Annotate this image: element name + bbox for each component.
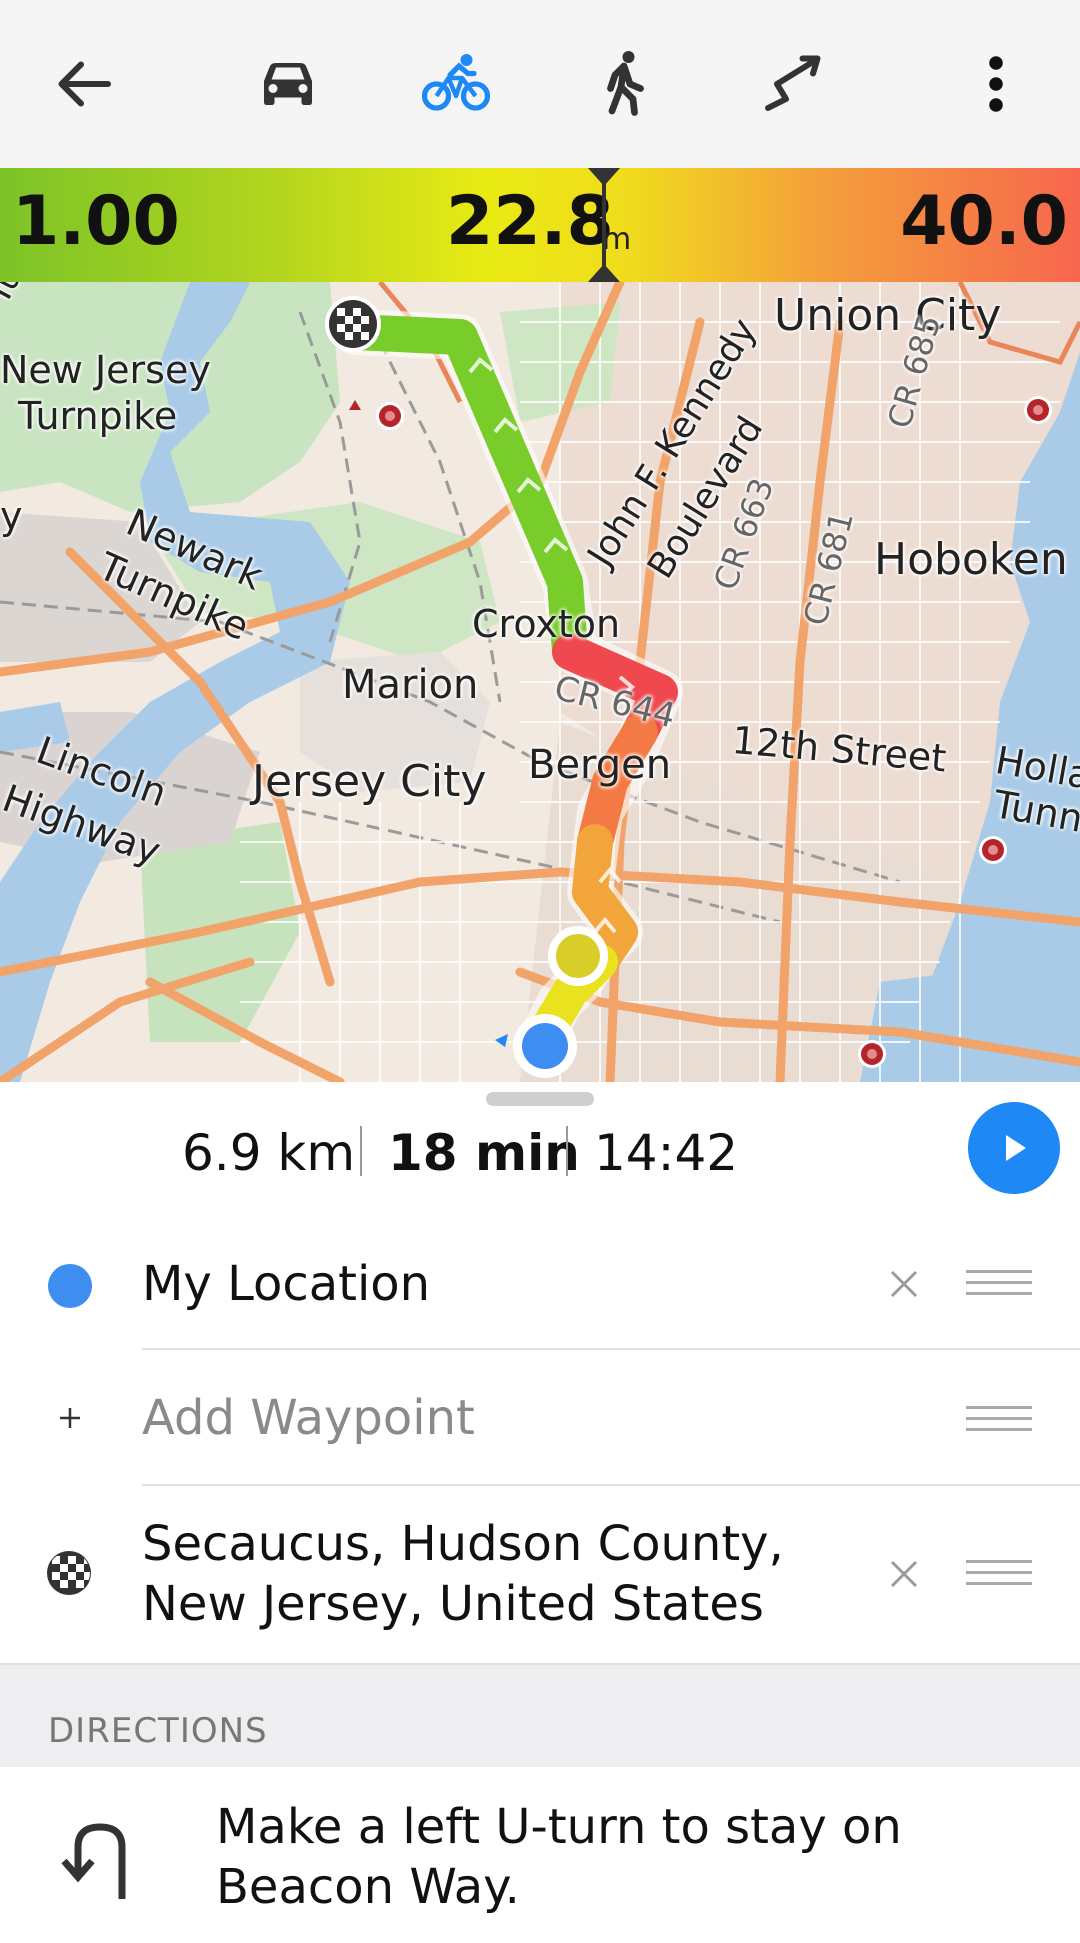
map-label-new-jersey: New Jersey xyxy=(0,348,211,392)
map-label-partial-left: y xyxy=(0,494,23,538)
elevation-unit: m xyxy=(602,222,632,257)
elevation-max: 40.0 xyxy=(900,182,1068,261)
drag-handle-icon[interactable] xyxy=(966,1270,1032,1296)
straight-line-icon xyxy=(765,55,821,111)
map-label-union-city: Union City xyxy=(774,290,1002,341)
remove-waypoint-close-icon[interactable] xyxy=(886,1556,922,1592)
elevation-marker-bottom xyxy=(588,264,620,282)
arrow-left-icon xyxy=(58,61,111,107)
mode-direct-button[interactable] xyxy=(750,42,834,126)
map-label-croxton: Croxton xyxy=(472,602,621,646)
elevation-profile-bar[interactable]: 1.00 22.8 m 40.0 xyxy=(0,168,1080,282)
drag-handle-icon[interactable] xyxy=(966,1560,1032,1586)
route-distance: 6.9 km xyxy=(182,1124,356,1182)
route-duration: 18 min xyxy=(388,1124,580,1182)
waypoint-start-text: My Location xyxy=(142,1256,431,1312)
waypoint-row-destination[interactable]: Secaucus, Hudson County, New Jersey, Uni… xyxy=(0,1486,1080,1662)
current-location-dot-icon xyxy=(48,1264,92,1308)
play-icon xyxy=(1006,1135,1026,1161)
directions-header-label: DIRECTIONS xyxy=(48,1711,268,1751)
summary-separator xyxy=(360,1126,362,1176)
mode-walk-button[interactable] xyxy=(582,42,666,126)
map-label-jersey-city: Jersey City xyxy=(252,756,487,807)
waypoint-destination-text: Secaucus, Hudson County, New Jersey, Uni… xyxy=(142,1516,784,1632)
add-waypoint-text: Add Waypoint xyxy=(142,1390,475,1446)
map-label-hoboken: Hoboken xyxy=(874,534,1068,585)
map-label-turnpike: Turnpike xyxy=(18,394,178,438)
routing-toolbar xyxy=(0,0,1080,168)
u-turn-left-icon xyxy=(61,1823,126,1899)
back-button[interactable] xyxy=(42,42,126,126)
remove-waypoint-close-icon[interactable] xyxy=(886,1266,922,1302)
more-menu-button[interactable] xyxy=(954,42,1038,126)
sheet-drag-handle[interactable] xyxy=(486,1092,594,1106)
direction-item[interactable]: Make a left U-turn to stay on Beacon Way… xyxy=(0,1767,1080,1943)
start-navigation-button[interactable] xyxy=(968,1102,1060,1194)
mode-car-button[interactable] xyxy=(246,42,330,126)
car-icon xyxy=(264,63,312,105)
summary-separator xyxy=(566,1126,568,1176)
mode-bicycle-button[interactable] xyxy=(414,42,498,126)
directions-section-header: DIRECTIONS xyxy=(0,1663,1080,1769)
elevation-min: 1.00 xyxy=(12,182,180,261)
checkered-flag-icon xyxy=(47,1551,91,1595)
drag-handle-icon[interactable] xyxy=(966,1406,1032,1432)
map-label-marion: Marion xyxy=(342,662,479,708)
map-label-bergen: Bergen xyxy=(528,742,672,788)
elevation-current: 22.8 xyxy=(446,182,614,261)
route-summary: 6.9 km 18 min 14:42 xyxy=(0,1082,1080,1218)
waypoint-row-start[interactable]: My Location xyxy=(0,1216,1080,1350)
route-map[interactable]: Union City New Jersey Turnpike Turnpi y … xyxy=(0,282,1080,1082)
direction-instruction-text: Make a left U-turn to stay on Beacon Way… xyxy=(216,1799,902,1915)
more-vertical-icon xyxy=(989,56,1003,112)
plus-icon xyxy=(60,1408,80,1428)
route-arrival-time: 14:42 xyxy=(594,1124,739,1182)
add-waypoint-row[interactable]: Add Waypoint xyxy=(0,1350,1080,1486)
bicycle-icon xyxy=(421,54,491,111)
pedestrian-icon xyxy=(607,51,644,116)
